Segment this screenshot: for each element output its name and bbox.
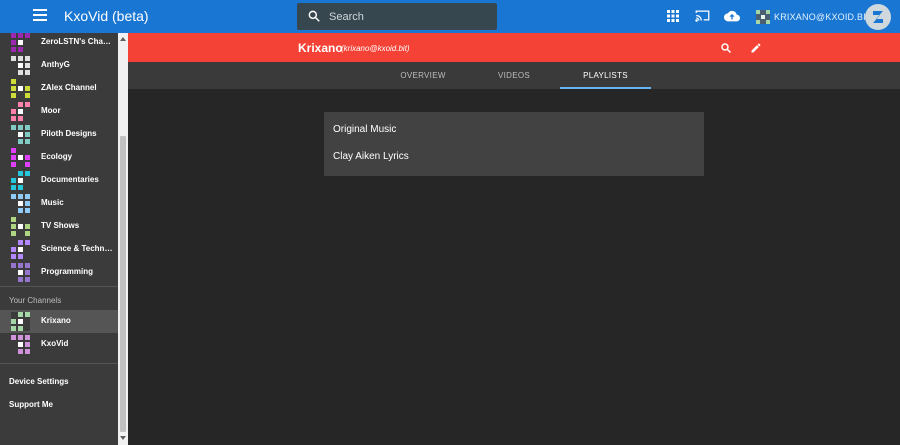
search-box[interactable] — [297, 3, 497, 30]
cast-icon[interactable] — [695, 9, 710, 23]
sidebar-channel-item[interactable]: KxoVid — [0, 333, 118, 356]
sidebar-divider — [0, 286, 118, 287]
sidebar: ZeroLSTN's Chan... AnthyG ZAlex Channel Moo… — [0, 33, 118, 445]
sidebar-channel-item[interactable]: Piloth Designs — [0, 123, 118, 146]
channel-identicon — [11, 171, 30, 190]
channel-identicon — [11, 79, 30, 98]
channel-identicon — [11, 125, 30, 144]
playlists-card: Original Music Clay Aiken Lyrics — [324, 112, 704, 176]
search-icon[interactable] — [720, 41, 734, 55]
sidebar-channel-label: KxoVid — [41, 339, 69, 348]
sidebar-channel-item[interactable]: Ecology — [0, 146, 118, 169]
channel-identicon — [11, 56, 30, 75]
sidebar-channel-label: Piloth Designs — [41, 129, 97, 138]
sidebar-scrollbar[interactable] — [118, 33, 128, 445]
sidebar-channel-item[interactable]: Documentaries — [0, 169, 118, 192]
scrollbar-thumb[interactable] — [120, 136, 126, 432]
cloud-upload-icon[interactable] — [724, 9, 740, 23]
active-tab-indicator — [560, 87, 651, 89]
sidebar-channel-label: TV Shows — [41, 221, 80, 230]
sidebar-divider — [0, 363, 118, 364]
sidebar-channel-item[interactable]: Krixano — [0, 310, 118, 333]
channel-address: (krixano@kxoid.bit) — [341, 44, 410, 53]
tab-videos[interactable]: VIDEOS — [471, 62, 557, 89]
tab-overview[interactable]: OVERVIEW — [380, 62, 466, 89]
device-settings-link[interactable]: Device Settings — [9, 377, 69, 386]
sidebar-channel-label: Music — [41, 198, 64, 207]
app-title[interactable]: KxoVid (beta) — [64, 8, 149, 24]
search-input[interactable] — [329, 3, 489, 30]
channel-identicon — [11, 102, 30, 121]
sidebar-channel-label: ZAlex Channel — [41, 83, 97, 92]
channel-name: Krixano — [298, 41, 343, 55]
sidebar-channel-label: Krixano — [41, 316, 71, 325]
sidebar-channel-item[interactable]: Programming — [0, 261, 118, 284]
channel-identicon — [11, 148, 30, 167]
hamburger-menu-icon[interactable] — [33, 9, 47, 23]
support-me-link[interactable]: Support Me — [9, 400, 53, 409]
edit-icon[interactable] — [750, 41, 764, 55]
app-bar: KxoVid (beta) KRIXANO@KXOID.BIT — [0, 0, 900, 33]
channel-header: Krixano (krixano@kxoid.bit) — [128, 33, 900, 62]
sidebar-channel-item[interactable]: Music — [0, 192, 118, 215]
sidebar-channel-label: AnthyG — [41, 60, 70, 69]
zeronet-logo-icon[interactable] — [865, 4, 891, 30]
user-identicon — [756, 10, 770, 24]
sidebar-channel-item[interactable]: AnthyG — [0, 54, 118, 77]
scroll-down-arrow-icon[interactable] — [120, 436, 126, 440]
playlist-item[interactable]: Original Music — [324, 116, 704, 143]
channel-identicon — [11, 217, 30, 236]
user-label: KRIXANO@KXOID.BIT — [774, 12, 872, 22]
tab-playlists[interactable]: PLAYLISTS — [560, 62, 651, 89]
sidebar-channel-label: Science & Technol... — [41, 244, 113, 253]
channel-identicon — [11, 263, 30, 282]
sidebar-channel-label: Moor — [41, 106, 61, 115]
channel-identicon — [11, 33, 30, 52]
channel-tabs: OVERVIEW VIDEOS PLAYLISTS — [128, 62, 900, 89]
sidebar-channel-label: Ecology — [41, 152, 73, 161]
sidebar-channel-item[interactable]: ZeroLSTN's Chan... — [0, 33, 118, 54]
search-icon — [307, 9, 321, 28]
sidebar-channel-item[interactable]: ZAlex Channel — [0, 77, 118, 100]
sidebar-channel-label: ZeroLSTN's Chan... — [41, 37, 113, 46]
sidebar-channel-label: Documentaries — [41, 175, 99, 184]
playlist-item[interactable]: Clay Aiken Lyrics — [324, 143, 704, 170]
your-channels-heading: Your Channels — [9, 296, 62, 305]
sidebar-channel-item[interactable]: TV Shows — [0, 215, 118, 238]
channel-identicon — [11, 194, 30, 213]
sidebar-channel-item[interactable]: Science & Technol... — [0, 238, 118, 261]
apps-grid-icon[interactable] — [667, 9, 681, 23]
sidebar-channel-label: Programming — [41, 267, 94, 276]
channel-identicon — [11, 240, 30, 259]
channel-identicon — [11, 335, 30, 354]
sidebar-channel-item[interactable]: Moor — [0, 100, 118, 123]
user-account-chip[interactable]: KRIXANO@KXOID.BIT — [756, 8, 872, 26]
scroll-up-arrow-icon[interactable] — [120, 37, 126, 41]
channel-identicon — [11, 312, 30, 331]
